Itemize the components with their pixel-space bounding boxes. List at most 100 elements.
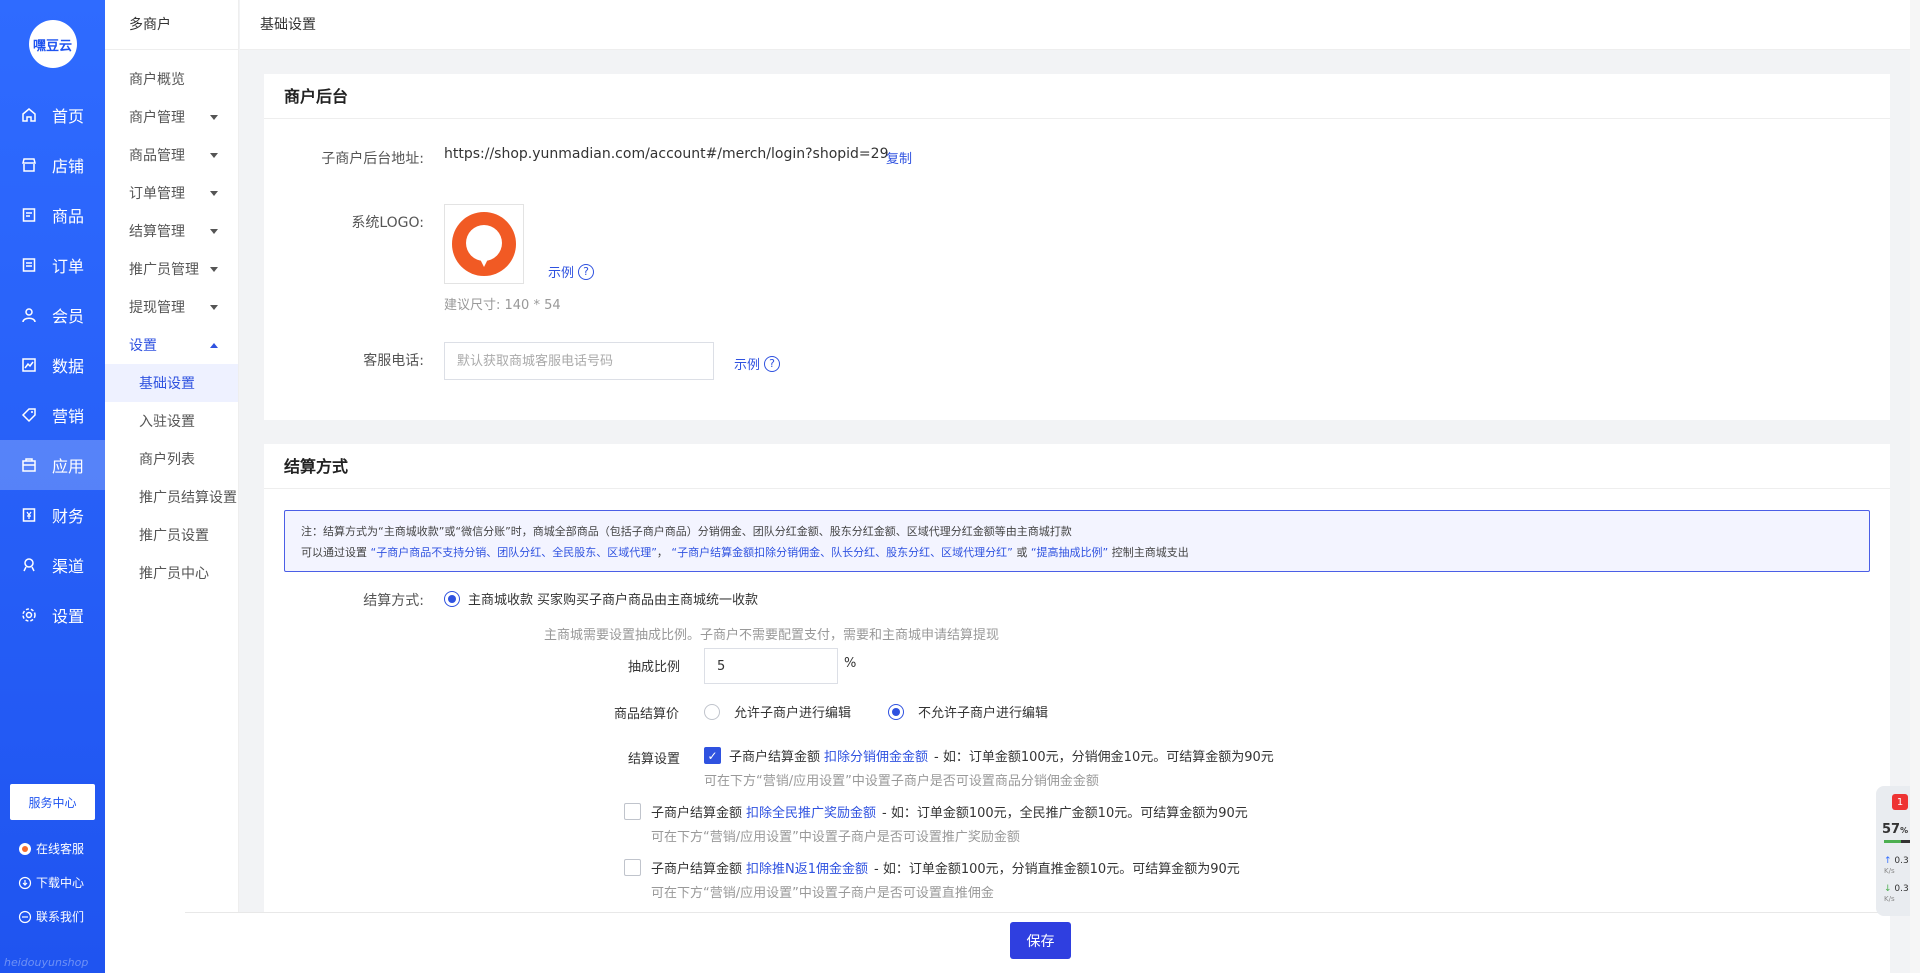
save-button[interactable]: 保存	[1010, 922, 1071, 959]
logo-image	[452, 212, 516, 276]
settlement-card: 结算方式 注：结算方式为“主商城收款”或“微信分账”时，商城全部商品（包括子商户…	[264, 444, 1890, 964]
subnav-item-overview[interactable]: 商户概览	[105, 60, 238, 98]
rule-link[interactable]: 扣除分销佣金金额	[824, 746, 928, 765]
settlement-notice: 注：结算方式为“主商城收款”或“微信分账”时，商城全部商品（包括子商户商品）分销…	[284, 510, 1870, 572]
price-option-allow[interactable]: 允许子商户进行编辑	[704, 702, 851, 721]
page-title: 基础设置	[240, 0, 1920, 50]
checkbox-unchecked[interactable]	[624, 803, 641, 820]
online-service-link[interactable]: 在线客服	[18, 840, 84, 857]
logo-size-hint: 建议尺寸: 140 * 54	[444, 298, 561, 313]
radio-selected[interactable]	[888, 703, 904, 720]
nav-item-order[interactable]: 订单	[0, 240, 105, 290]
radio-unselected[interactable]	[704, 703, 720, 720]
mode-option-main[interactable]: 主商城收款 买家购买子商户商品由主商城统一收款	[444, 589, 758, 608]
mode-hint: 主商城需要设置抽成比例。子商户不需要配置支付，需要和主商城申请结算提现	[544, 628, 1000, 643]
checkbox-checked[interactable]: ✓	[704, 747, 721, 764]
logo-example-link[interactable]: 示例?	[548, 262, 595, 281]
finance-icon	[20, 506, 38, 524]
section-title: 结算方式	[264, 444, 1890, 489]
rule-link[interactable]: 扣除全民推广奖励金额	[746, 802, 876, 821]
notice-line-2: 可以通过设置 “子商户商品不支持分销、团队分红、全民股东、区域代理”， “子商户…	[301, 546, 1189, 559]
subnav-child-promoter-settle[interactable]: 推广员结算设置	[105, 478, 238, 516]
download-icon	[18, 876, 32, 890]
ratio-label: 抽成比例	[628, 660, 681, 675]
rule-hint: 可在下方“营销/应用设置”中设置子商户是否可设置直推佣金	[651, 886, 994, 901]
subnav-child-promoter-center[interactable]: 推广员中心	[105, 554, 238, 592]
page-scrollbar[interactable]	[1910, 0, 1920, 973]
rule-row-2: 子商户结算金额 扣除全民推广奖励金额 - 如：订单金额100元，全民推广金额10…	[624, 802, 1248, 821]
price-label: 商品结算价	[614, 707, 680, 722]
price-option-deny[interactable]: 不允许子商户进行编辑	[888, 702, 1048, 721]
section-title: 商户后台	[264, 74, 1890, 119]
contact-us-link[interactable]: 联系我们	[18, 908, 84, 925]
question-icon: ?	[764, 355, 781, 372]
subnav-item-goods-manage[interactable]: 商品管理	[105, 136, 238, 174]
subnav-child-basic-settings[interactable]: 基础设置	[105, 364, 238, 402]
subnav-item-merchant-manage[interactable]: 商户管理	[105, 98, 238, 136]
download-center-link[interactable]: 下载中心	[18, 874, 84, 891]
goods-icon	[20, 206, 38, 224]
home-icon	[20, 106, 38, 124]
channel-icon	[20, 556, 38, 574]
nav-item-marketing[interactable]: 营销	[0, 390, 105, 440]
setting-label: 结算设置	[628, 752, 681, 767]
subnav-header: 多商户	[105, 0, 238, 50]
sub-sidebar: 多商户 商户概览 商户管理 商品管理 订单管理 结算管理 推广员管理 提现管理 …	[105, 0, 239, 973]
chevron-up-icon	[210, 343, 218, 348]
subnav-item-settle-manage[interactable]: 结算管理	[105, 212, 238, 250]
service-phone-input[interactable]	[444, 342, 714, 380]
subnav-item-promoter-manage[interactable]: 推广员管理	[105, 250, 238, 288]
nav-item-app[interactable]: 应用	[0, 440, 105, 490]
user-icon	[20, 306, 38, 324]
url-label: 子商户后台地址:	[321, 151, 424, 167]
nav-item-member[interactable]: 会员	[0, 290, 105, 340]
subnav-child-merchant-list[interactable]: 商户列表	[105, 440, 238, 478]
logo-label: 系统LOGO:	[351, 215, 424, 231]
rule-hint: 可在下方“营销/应用设置”中设置子商户是否可设置商品分销佣金金额	[704, 774, 1099, 789]
nav-item-channel[interactable]: 渠道	[0, 540, 105, 590]
nav-item-store[interactable]: 店铺	[0, 140, 105, 190]
nav-item-finance[interactable]: 财务	[0, 490, 105, 540]
chevron-down-icon	[210, 229, 218, 234]
tag-icon	[20, 406, 38, 424]
nav-item-goods[interactable]: 商品	[0, 190, 105, 240]
ratio-input[interactable]	[704, 648, 838, 684]
subnav-child-promoter-settings[interactable]: 推广员设置	[105, 516, 238, 554]
checkbox-unchecked[interactable]	[624, 859, 641, 876]
app-icon	[20, 456, 38, 474]
copy-link[interactable]: 复制	[886, 148, 912, 167]
nav-item-home[interactable]: 首页	[0, 90, 105, 140]
rule-row-1: ✓ 子商户结算金额 扣除分销佣金金额 - 如：订单金额100元，分销佣金10元。…	[704, 746, 1274, 765]
chevron-down-icon	[210, 115, 218, 120]
store-icon	[20, 156, 38, 174]
brand-logo[interactable]: 嘿豆云	[28, 20, 77, 68]
subnav-item-order-manage[interactable]: 订单管理	[105, 174, 238, 212]
chevron-down-icon	[210, 267, 218, 272]
gear-icon	[20, 606, 38, 624]
chevron-down-icon	[210, 305, 218, 310]
nav-item-settings[interactable]: 设置	[0, 590, 105, 640]
subnav-item-withdraw-manage[interactable]: 提现管理	[105, 288, 238, 326]
subnav-item-settings[interactable]: 设置	[105, 326, 238, 364]
rule-link[interactable]: 扣除推N返1佣金金额	[746, 858, 868, 877]
phone-example-link[interactable]: 示例?	[734, 354, 781, 373]
rule-hint: 可在下方“营销/应用设置”中设置子商户是否可设置推广奖励金额	[651, 830, 1020, 845]
ratio-unit: %	[844, 656, 857, 671]
subnav-child-entry-settings[interactable]: 入驻设置	[105, 402, 238, 440]
phone-label: 客服电话:	[363, 353, 424, 369]
nav-item-data[interactable]: 数据	[0, 340, 105, 390]
cpu-percent: 57%	[1882, 822, 1909, 837]
service-center-button[interactable]: 服务中心	[10, 784, 95, 820]
chart-icon	[20, 356, 38, 374]
merchant-backend-card: 商户后台 子商户后台地址: https://shop.yunmadian.com…	[264, 74, 1890, 420]
order-icon	[20, 256, 38, 274]
contact-icon	[18, 910, 32, 924]
shield-icon: 1	[1892, 794, 1908, 810]
main-nav: 首页 店铺 商品 订单 会员 数据 营销 应用 财务 渠道 设置	[0, 90, 105, 640]
radio-selected[interactable]	[444, 590, 460, 607]
chevron-down-icon	[210, 153, 218, 158]
arrow-down-icon: ↓	[1884, 884, 1892, 894]
rule-row-3: 子商户结算金额 扣除推N返1佣金金额 - 如：订单金额100元，分销直推金额10…	[624, 858, 1240, 877]
logo-upload[interactable]	[444, 204, 524, 284]
chevron-down-icon	[210, 191, 218, 196]
